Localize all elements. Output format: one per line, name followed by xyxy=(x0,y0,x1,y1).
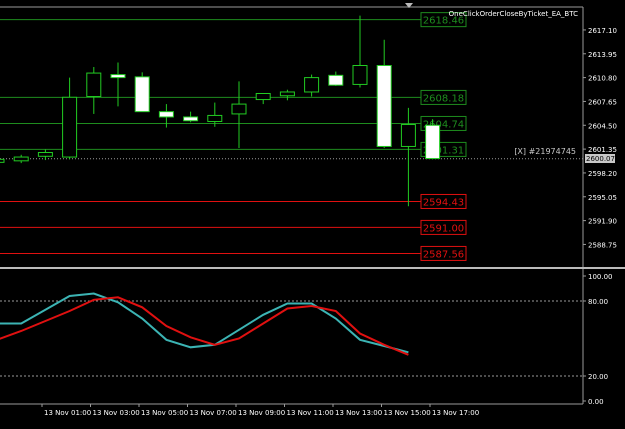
time-axis: 13 Nov 01:00 13 Nov 03:00 13 Nov 05:00 13 N… xyxy=(41,404,479,417)
candles xyxy=(0,15,441,207)
price-level-label: 2591.00 xyxy=(423,223,464,234)
price-tick-label: 2588.75 xyxy=(588,241,617,249)
bullish-candle[interactable] xyxy=(13,156,29,162)
order-ticket-label[interactable]: [X] #21974745 xyxy=(514,147,576,156)
price-level-label: 2587.56 xyxy=(423,249,464,260)
bullish-candle[interactable] xyxy=(231,103,247,115)
time-tick-label: 13 Nov 09:00 xyxy=(238,409,285,417)
time-tick-label: 13 Nov 17:00 xyxy=(432,409,479,417)
trading-chart[interactable]: 2618.46 2608.18 2604.74 2601.31 2594.43 2591.… xyxy=(0,0,625,425)
price-tick-label: 2617.10 xyxy=(588,27,617,35)
bearish-candle[interactable] xyxy=(376,65,392,147)
price-tick-label: 2598.20 xyxy=(588,170,617,178)
price-axis: 2617.10 2613.95 2610.80 2607.65 2604.50 2601.… xyxy=(583,27,617,249)
bearish-candle[interactable] xyxy=(158,111,174,118)
price-tick-label: 2595.05 xyxy=(588,194,617,202)
bearish-candle[interactable] xyxy=(328,74,344,86)
bullish-candle[interactable] xyxy=(62,96,78,158)
current-price-label: 2600.07 xyxy=(586,155,615,163)
price-tick-label: 2591.90 xyxy=(588,218,617,226)
bullish-candle[interactable] xyxy=(304,77,320,93)
bullish-candle[interactable] xyxy=(207,114,223,122)
oscillator-window: 100.00 80.00 20.00 0.00 xyxy=(0,273,613,406)
price-tick-label: 2604.50 xyxy=(588,122,617,130)
bearish-candle[interactable] xyxy=(425,124,441,160)
bullish-candle[interactable] xyxy=(255,92,271,101)
price-tick-label: 2613.95 xyxy=(588,51,617,59)
price-tick-label: 2607.65 xyxy=(588,98,617,106)
price-tick-label: 2610.80 xyxy=(588,75,617,83)
ea-indicator-title: OneClickOrderCloseByTicket_EA_BTC xyxy=(449,10,578,18)
time-tick-label: 13 Nov 15:00 xyxy=(384,409,431,417)
oscillator-tick-label: 0.00 xyxy=(588,398,604,406)
time-tick-label: 13 Nov 11:00 xyxy=(287,409,334,417)
time-tick-label: 13 Nov 13:00 xyxy=(335,409,382,417)
bullish-candle[interactable] xyxy=(279,91,295,97)
price-level-label: 2608.18 xyxy=(423,93,464,104)
price-level-label: 2594.43 xyxy=(423,197,464,208)
bearish-candle[interactable] xyxy=(183,116,199,122)
bearish-candle[interactable] xyxy=(110,74,126,79)
time-tick-label: 13 Nov 01:00 xyxy=(44,409,91,417)
time-tick-label: 13 Nov 05:00 xyxy=(141,409,188,417)
oscillator-tick-label: 80.00 xyxy=(588,298,608,306)
oscillator-tick-label: 20.00 xyxy=(588,373,608,381)
bearish-candle[interactable] xyxy=(134,76,150,113)
time-tick-label: 13 Nov 07:00 xyxy=(190,409,237,417)
price-tick-label: 2601.35 xyxy=(588,146,617,154)
oscillator-tick-label: 100.00 xyxy=(588,273,613,281)
bullish-candle[interactable] xyxy=(37,152,53,157)
bullish-candle[interactable] xyxy=(352,65,368,85)
bullish-candle[interactable] xyxy=(86,72,102,98)
price-chart-svg[interactable]: 2618.462608.182604.742601.312594.432591.… xyxy=(0,0,625,425)
time-tick-label: 13 Nov 03:00 xyxy=(93,409,140,417)
bullish-candle[interactable] xyxy=(0,158,5,163)
bullish-candle[interactable] xyxy=(400,124,416,147)
